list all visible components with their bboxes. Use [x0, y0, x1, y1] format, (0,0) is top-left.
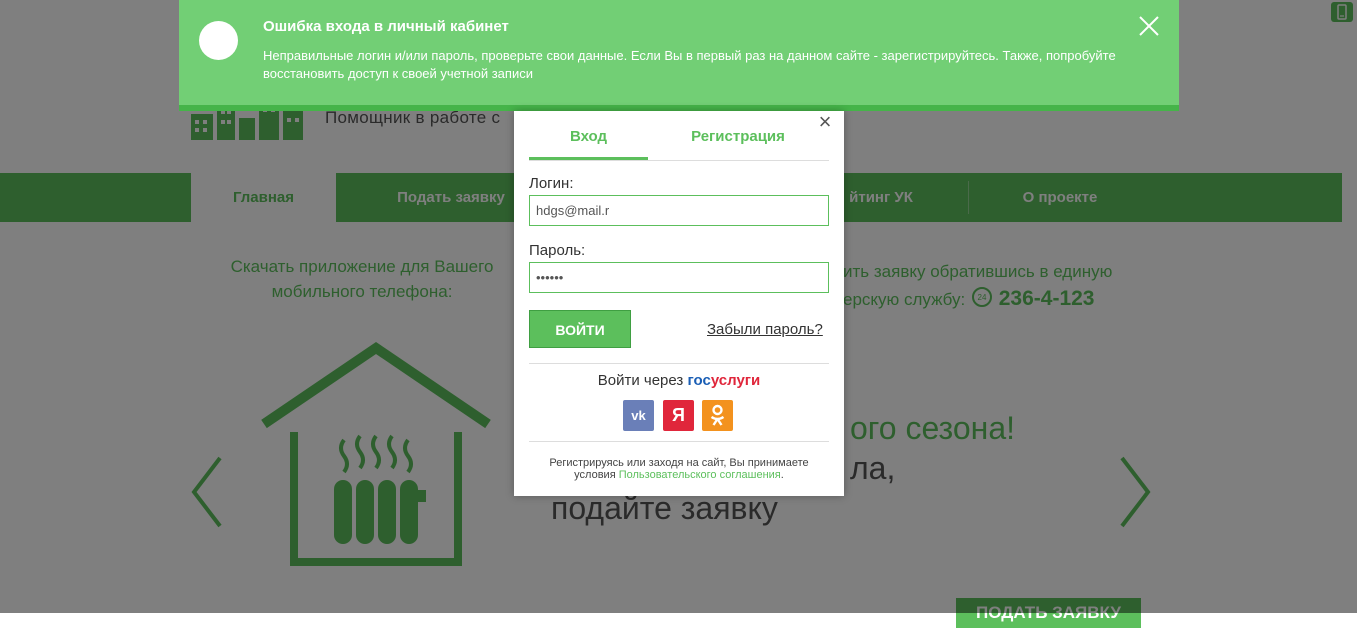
terms-notice: Регистрируясь или заходя на сайт, Вы при… [529, 457, 829, 481]
alert-message: Неправильные логин и/или пароль, проверь… [263, 48, 1116, 81]
login-via-text: Войти через [597, 372, 684, 389]
login-field[interactable] [529, 195, 829, 226]
vk-icon[interactable]: vk [623, 400, 654, 431]
ok-glyph-icon [710, 404, 725, 426]
alert-title: Ошибка входа в личный кабинет [263, 18, 509, 35]
forgot-password-link[interactable]: Забыли пароль? [707, 321, 823, 338]
gosuslugi-logo[interactable]: госуслуги [687, 372, 760, 389]
gosuslugi-logo-part2: услуги [710, 372, 761, 389]
odnoklassniki-icon[interactable] [702, 400, 733, 431]
password-label: Пароль: [529, 242, 586, 259]
auth-tabs: Вход Регистрация [529, 127, 829, 161]
alert-status-icon [199, 21, 238, 60]
password-field[interactable] [529, 262, 829, 293]
user-agreement-link[interactable]: Пользовательского соглашения [619, 469, 781, 481]
gosuslugi-logo-part1: гос [687, 372, 711, 389]
divider [529, 363, 829, 364]
error-alert-banner: Ошибка входа в личный кабинет Неправильн… [179, 0, 1179, 111]
tab-registration[interactable]: Регистрация [679, 127, 797, 157]
login-button[interactable]: ВОЙТИ [529, 310, 631, 348]
divider [529, 441, 829, 442]
tab-login[interactable]: Вход [529, 127, 648, 160]
login-label: Логин: [529, 175, 574, 192]
close-icon[interactable] [1137, 14, 1161, 38]
gosuslugi-login[interactable]: Войти через госуслуги [514, 372, 844, 389]
yandex-icon[interactable]: Я [663, 400, 694, 431]
login-modal: × Вход Регистрация Логин: Пароль: ВОЙТИ … [514, 111, 844, 496]
terms-end: . [780, 469, 784, 481]
